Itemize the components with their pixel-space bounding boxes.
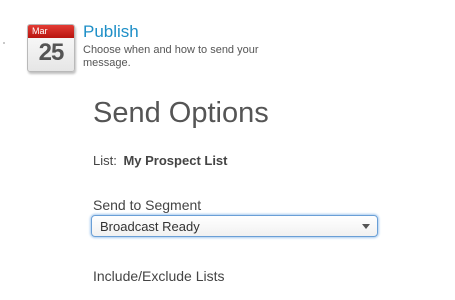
calendar-icon: Mar 25	[27, 24, 75, 72]
decorative-dot	[3, 42, 5, 44]
segment-select[interactable]: Broadcast Ready	[91, 215, 378, 237]
page-section-title: Publish	[83, 22, 139, 41]
list-label: List:	[93, 153, 117, 168]
page-section-description: Choose when and how to send your message…	[83, 44, 259, 69]
include-exclude-lists-label: Include/Exclude Lists	[93, 268, 225, 284]
calendar-month: Mar	[28, 25, 74, 38]
chevron-down-icon	[362, 224, 370, 229]
publish-page: Mar 25 Publish Choose when and how to se…	[0, 0, 455, 300]
segment-selected-value: Broadcast Ready	[100, 219, 200, 234]
list-info: List: My Prospect List	[93, 153, 228, 168]
list-name: My Prospect List	[123, 153, 228, 168]
calendar-day: 25	[38, 39, 65, 66]
send-options-title: Send Options	[93, 97, 269, 129]
send-to-segment-label: Send to Segment	[93, 197, 202, 213]
